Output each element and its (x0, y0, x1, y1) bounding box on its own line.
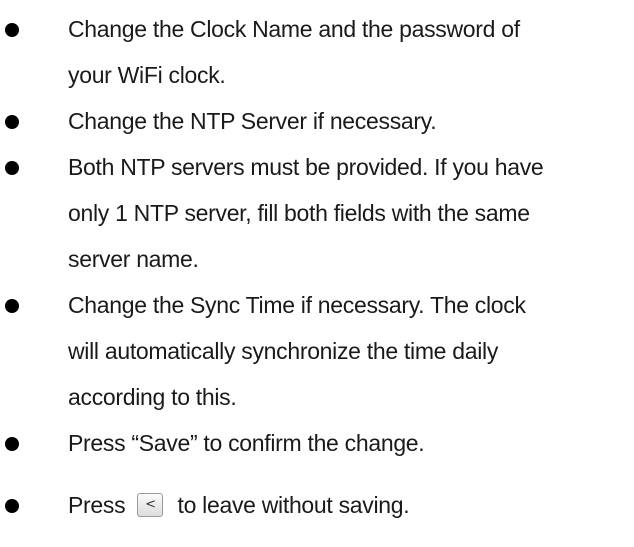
text-line: Change the NTP Server if necessary. (68, 108, 437, 134)
list-item-text: Both NTP servers must be provided. If yo… (68, 144, 628, 282)
bullet-icon (5, 23, 19, 37)
text-line: Press < to leave without saving. (68, 482, 628, 528)
list-item-text: Change the NTP Server if necessary. (68, 98, 628, 144)
bullet-icon (5, 115, 19, 129)
bullet-icon (5, 299, 19, 313)
list-item-text: Press “Save” to confirm the change. (68, 420, 628, 466)
text-line: will automatically synchronize the time … (68, 338, 499, 364)
text-line: according to this. (68, 384, 237, 410)
bullet-icon (5, 437, 19, 451)
text-line: Change the Sync Time if necessary. The c… (68, 292, 526, 318)
back-button-icon: < (137, 492, 164, 517)
text-line: only 1 NTP server, fill both fields with… (68, 200, 530, 226)
list-item-text: Change the Sync Time if necessary. The c… (68, 282, 628, 420)
text-before-button: Press (68, 492, 126, 518)
text-after-button: to leave without saving. (177, 492, 410, 518)
text-line: Press “Save” to confirm the change. (68, 430, 425, 456)
list-item-text: Press < to leave without saving. (68, 482, 628, 528)
text-line: server name. (68, 246, 199, 272)
text-line: Change the Clock Name and the password o… (68, 16, 520, 42)
bullet-icon (5, 161, 19, 175)
bullet-icon (5, 499, 19, 513)
text-line: your WiFi clock. (68, 62, 226, 88)
text-line: Both NTP servers must be provided. If yo… (68, 154, 544, 180)
list-item-text: Change the Clock Name and the password o… (68, 6, 628, 98)
